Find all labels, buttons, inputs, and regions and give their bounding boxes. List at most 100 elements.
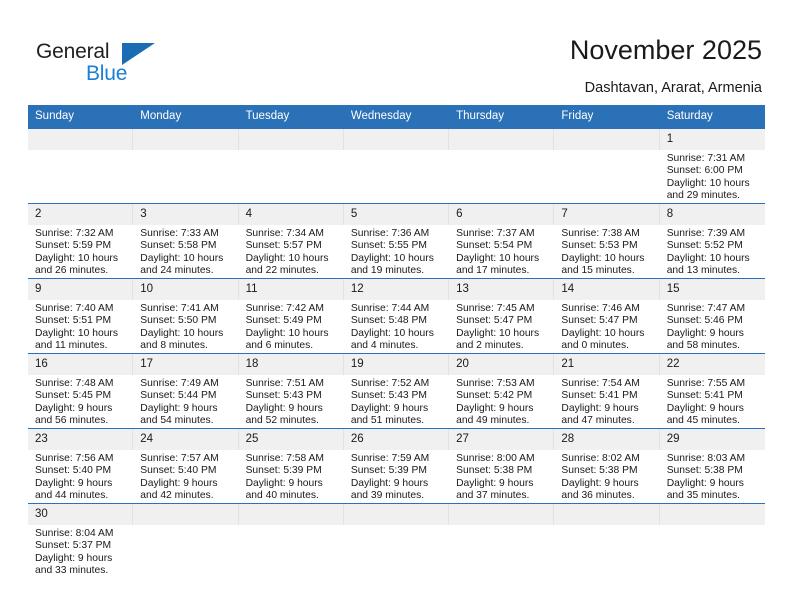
calendar-empty-cell: [554, 504, 660, 579]
day-number: 23: [28, 429, 134, 450]
sunset-time: Sunset: 5:39 PM: [245, 465, 322, 477]
calendar-week-row: 2 Sunrise: 7:32 AM Sunset: 5:59 PM Daylight…: [28, 203, 765, 279]
daylight-duration-line1: Daylight: 9 hours: [666, 477, 744, 489]
sunset-time: Sunset: 5:58 PM: [140, 240, 217, 252]
calendar-body: 1 Sunrise: 7:31 AM Sunset: 6:00 PM Daylight…: [28, 129, 765, 578]
daylight-duration-line1: Daylight: 9 hours: [140, 477, 218, 489]
daylight-duration-line2: and 33 minutes.: [35, 565, 109, 577]
calendar-empty-cell: [449, 504, 555, 579]
calendar-day-cell[interactable]: 7 Sunrise: 7:38 AM Sunset: 5:53 PM Daylight…: [554, 204, 660, 279]
day-sun-info: Sunrise: 7:34 AM Sunset: 5:57 PM Daylight:…: [239, 225, 344, 278]
calendar-empty-cell: [554, 129, 660, 204]
calendar-day-cell[interactable]: 26 Sunrise: 7:59 AM Sunset: 5:39 PM Dayligh…: [343, 429, 450, 504]
sunrise-time: Sunrise: 7:42 AM: [245, 303, 324, 314]
calendar-day-cell[interactable]: 16 Sunrise: 7:48 AM Sunset: 5:45 PM Dayligh…: [28, 354, 134, 429]
daylight-duration-line1: Daylight: 10 hours: [140, 252, 224, 264]
daylight-duration-line2: and 56 minutes.: [35, 415, 109, 427]
weekday-header-tuesday: Tuesday: [238, 105, 344, 129]
calendar-day-cell[interactable]: 8 Sunrise: 7:39 AM Sunset: 5:52 PM Daylight…: [659, 204, 765, 279]
calendar-day-cell[interactable]: 28 Sunrise: 8:02 AM Sunset: 5:38 PM Dayligh…: [554, 429, 660, 504]
general-blue-logo: General Blue: [36, 40, 216, 92]
sunrise-time: Sunrise: 7:59 AM: [350, 453, 430, 464]
calendar-day-cell[interactable]: 9 Sunrise: 7:40 AM Sunset: 5:51 PM Daylight…: [28, 279, 134, 354]
calendar-day-cell[interactable]: 14 Sunrise: 7:46 AM Sunset: 5:47 PM Dayligh…: [554, 279, 660, 354]
calendar-day-cell[interactable]: 30 Sunrise: 8:04 AM Sunset: 5:37 PM Dayligh…: [28, 504, 134, 579]
weekday-header-thursday: Thursday: [449, 105, 555, 129]
day-number: 10: [133, 279, 239, 300]
daylight-duration-line1: Daylight: 9 hours: [350, 402, 429, 414]
sunrise-time: Sunrise: 7:57 AM: [140, 453, 219, 464]
day-number: 24: [133, 429, 239, 450]
day-number: [554, 129, 660, 150]
daylight-duration-line1: Daylight: 10 hours: [350, 327, 434, 339]
daylight-duration-line1: Daylight: 10 hours: [35, 327, 118, 339]
day-sun-info: Sunrise: 8:02 AM Sunset: 5:38 PM Daylight:…: [554, 450, 659, 503]
day-sun-info: Sunrise: 7:45 AM Sunset: 5:47 PM Daylight:…: [449, 300, 554, 353]
day-number: 28: [554, 429, 660, 450]
calendar-day-cell[interactable]: 13 Sunrise: 7:45 AM Sunset: 5:47 PM Dayligh…: [449, 279, 555, 354]
day-number: [554, 504, 660, 525]
calendar-day-cell[interactable]: 1 Sunrise: 7:31 AM Sunset: 6:00 PM Daylight…: [659, 129, 765, 204]
sunset-time: Sunset: 5:59 PM: [35, 240, 112, 252]
sunset-time: Sunset: 5:37 PM: [35, 540, 112, 552]
sunset-time: Sunset: 5:41 PM: [561, 390, 638, 402]
calendar-day-cell[interactable]: 12 Sunrise: 7:44 AM Sunset: 5:48 PM Dayligh…: [343, 279, 450, 354]
day-number: 5: [343, 204, 450, 225]
sunrise-time: Sunrise: 7:53 AM: [456, 378, 535, 389]
calendar-day-cell[interactable]: 17 Sunrise: 7:49 AM Sunset: 5:44 PM Dayligh…: [133, 354, 239, 429]
calendar-day-cell[interactable]: 11 Sunrise: 7:42 AM Sunset: 5:49 PM Dayligh…: [238, 279, 344, 354]
calendar-day-cell[interactable]: 6 Sunrise: 7:37 AM Sunset: 5:54 PM Daylight…: [449, 204, 555, 279]
calendar-day-cell[interactable]: 4 Sunrise: 7:34 AM Sunset: 5:57 PM Daylight…: [238, 204, 344, 279]
calendar-day-cell[interactable]: 22 Sunrise: 7:55 AM Sunset: 5:41 PM Dayligh…: [659, 354, 765, 429]
calendar-day-cell[interactable]: 27 Sunrise: 8:00 AM Sunset: 5:38 PM Dayligh…: [449, 429, 555, 504]
daylight-duration-line2: and 6 minutes.: [245, 340, 314, 352]
calendar-day-cell[interactable]: 24 Sunrise: 7:57 AM Sunset: 5:40 PM Dayligh…: [133, 429, 239, 504]
calendar-day-cell[interactable]: 25 Sunrise: 7:58 AM Sunset: 5:39 PM Dayligh…: [238, 429, 344, 504]
day-number: 25: [238, 429, 344, 450]
sunset-time: Sunset: 6:00 PM: [666, 165, 743, 177]
calendar-empty-cell: [659, 504, 765, 579]
calendar-day-cell[interactable]: 29 Sunrise: 8:03 AM Sunset: 5:38 PM Dayligh…: [659, 429, 765, 504]
sunset-time: Sunset: 5:45 PM: [35, 390, 112, 402]
calendar-day-cell[interactable]: 10 Sunrise: 7:41 AM Sunset: 5:50 PM Dayligh…: [133, 279, 239, 354]
page-header: General Blue November 2025 Dashtavan, Ar…: [0, 0, 792, 104]
calendar-day-cell[interactable]: 21 Sunrise: 7:54 AM Sunset: 5:41 PM Dayligh…: [554, 354, 660, 429]
day-number: 30: [28, 504, 134, 525]
calendar-day-cell[interactable]: 3 Sunrise: 7:33 AM Sunset: 5:58 PM Daylight…: [133, 204, 239, 279]
daylight-duration-line2: and 51 minutes.: [350, 415, 425, 427]
day-sun-info: Sunrise: 7:53 AM Sunset: 5:42 PM Daylight:…: [449, 375, 554, 428]
day-number: 15: [659, 279, 765, 300]
day-sun-info: Sunrise: 7:56 AM Sunset: 5:40 PM Daylight:…: [28, 450, 133, 503]
daylight-duration-line1: Daylight: 9 hours: [561, 402, 639, 414]
calendar-day-cell[interactable]: 23 Sunrise: 7:56 AM Sunset: 5:40 PM Dayligh…: [28, 429, 134, 504]
daylight-duration-line1: Daylight: 9 hours: [350, 477, 429, 489]
sunrise-time: Sunrise: 7:38 AM: [561, 228, 640, 239]
day-number: 12: [343, 279, 450, 300]
sunset-time: Sunset: 5:55 PM: [350, 240, 427, 252]
day-number: 7: [554, 204, 660, 225]
calendar-empty-cell: [238, 504, 344, 579]
daylight-duration-line2: and 44 minutes.: [35, 490, 109, 502]
day-number: 16: [28, 354, 134, 375]
sunset-time: Sunset: 5:52 PM: [666, 240, 743, 252]
calendar-day-cell[interactable]: 19 Sunrise: 7:52 AM Sunset: 5:43 PM Dayligh…: [343, 354, 450, 429]
day-sun-info: Sunrise: 7:38 AM Sunset: 5:53 PM Daylight:…: [554, 225, 659, 278]
calendar-day-cell[interactable]: 2 Sunrise: 7:32 AM Sunset: 5:59 PM Daylight…: [28, 204, 134, 279]
day-number: 21: [554, 354, 660, 375]
daylight-duration-line1: Daylight: 9 hours: [245, 402, 323, 414]
calendar-day-cell[interactable]: 20 Sunrise: 7:53 AM Sunset: 5:42 PM Dayligh…: [449, 354, 555, 429]
calendar-header-row: Sunday Monday Tuesday Wednesday Thursday…: [28, 105, 765, 129]
day-sun-info: Sunrise: 7:59 AM Sunset: 5:39 PM Daylight:…: [344, 450, 449, 503]
calendar-day-cell[interactable]: 15 Sunrise: 7:47 AM Sunset: 5:46 PM Dayligh…: [659, 279, 765, 354]
day-number: [343, 129, 450, 150]
daylight-duration-line1: Daylight: 10 hours: [666, 177, 750, 189]
sunrise-time: Sunrise: 7:48 AM: [35, 378, 114, 389]
weekday-header-friday: Friday: [554, 105, 660, 129]
day-number: [133, 504, 239, 525]
day-number: 9: [28, 279, 134, 300]
calendar-day-cell[interactable]: 5 Sunrise: 7:36 AM Sunset: 5:55 PM Daylight…: [343, 204, 450, 279]
calendar-day-cell[interactable]: 18 Sunrise: 7:51 AM Sunset: 5:43 PM Dayligh…: [238, 354, 344, 429]
daylight-duration-line1: Daylight: 10 hours: [245, 252, 329, 264]
calendar-week-row: 9 Sunrise: 7:40 AM Sunset: 5:51 PM Daylight…: [28, 278, 765, 354]
daylight-duration-line1: Daylight: 9 hours: [140, 402, 218, 414]
